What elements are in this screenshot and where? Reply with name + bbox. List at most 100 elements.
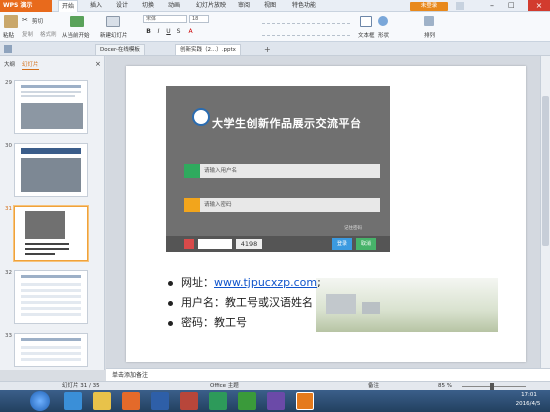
tab-slides[interactable]: 幻灯片 — [22, 60, 39, 70]
username-placeholder: 请输入用户名 — [204, 168, 238, 174]
menu-features[interactable]: 特色功能 — [292, 0, 316, 12]
bullet-dot — [168, 320, 173, 326]
tab-docer-templates[interactable]: Docer-在线模板 — [95, 44, 145, 55]
lock-icon — [184, 198, 200, 212]
menu-bar: WPS 演示 开始 插入 设计 切换 动画 幻灯片放映 审阅 视图 特色功能 未… — [0, 0, 550, 12]
password-placeholder: 请输入密码 — [204, 202, 232, 208]
thumb-number: 29 — [5, 80, 12, 86]
menu-review[interactable]: 审阅 — [238, 0, 250, 12]
cancel-button: 取消 — [356, 238, 376, 250]
login-button: 登录 — [332, 238, 352, 250]
play-from-current-icon[interactable] — [70, 16, 84, 27]
textbox-label[interactable]: 文本框 — [358, 31, 375, 39]
font-name-select[interactable]: 宋体 — [143, 15, 187, 23]
close-icon[interactable]: × — [528, 0, 550, 11]
url-label: 网址： — [181, 276, 214, 289]
alignment-tools[interactable] — [262, 28, 350, 36]
document-tab-bar — [0, 42, 550, 56]
paste-label[interactable]: 粘贴 — [3, 31, 14, 39]
login-title: 大学生创新作品展示交流平台 — [212, 117, 362, 130]
wps-writer-icon[interactable] — [151, 392, 169, 410]
wps-presentation-window: WPS 演示 开始 插入 设计 切换 动画 幻灯片放映 审阅 视图 特色功能 未… — [0, 0, 550, 412]
new-slide-label[interactable]: 新建幻灯片 — [100, 31, 128, 39]
menu-transition[interactable]: 切换 — [142, 0, 154, 12]
app-icon[interactable] — [267, 392, 285, 410]
username-text: 用户名：教工号或汉语姓名 — [181, 296, 313, 309]
skin-icon[interactable] — [456, 2, 464, 10]
tab-outline[interactable]: 大纲 — [4, 60, 15, 70]
captcha-image: 4198 — [236, 239, 262, 249]
format-painter-label[interactable]: 格式刷 — [40, 30, 57, 38]
slide-thumbnail-31[interactable] — [14, 206, 88, 261]
font-color-button[interactable]: A — [187, 28, 194, 35]
slide-thumbnail-32[interactable] — [14, 270, 88, 324]
zoom-slider[interactable] — [462, 386, 526, 387]
start-button-icon[interactable] — [30, 391, 50, 411]
cut-icon[interactable]: ✂ — [22, 16, 28, 24]
menu-slideshow[interactable]: 幻灯片放映 — [196, 0, 226, 12]
explorer-icon[interactable] — [93, 392, 111, 410]
thumb-number: 30 — [5, 143, 12, 149]
firefox-icon[interactable] — [122, 392, 140, 410]
taskbar-time[interactable]: 17:01 — [512, 392, 546, 398]
arrange-icon[interactable] — [424, 16, 434, 26]
ie-icon[interactable] — [64, 392, 82, 410]
play-from-current-label[interactable]: 从当前开始 — [62, 31, 90, 39]
app-menu-button[interactable]: WPS 演示 — [0, 0, 52, 12]
thumb-number: 31 — [5, 206, 12, 212]
menu-start[interactable]: 开始 — [58, 0, 79, 12]
zoom-slider-thumb[interactable] — [490, 383, 494, 390]
copy-label[interactable]: 复制 — [22, 30, 33, 38]
notes-pane[interactable]: 单击添加备注 — [106, 368, 550, 381]
wps-presentation-icon[interactable] — [296, 392, 314, 410]
bullet-url[interactable]: 网址：www.tjpucxzp.com; — [168, 274, 321, 290]
slide-thumbnail-30[interactable] — [14, 143, 88, 197]
ribbon-toolbar: 粘贴 ✂ 剪切 复制 格式刷 从当前开始 新建幻灯片 宋体 18 B I U S… — [0, 12, 550, 42]
media-icon[interactable] — [180, 392, 198, 410]
url-end: ; — [317, 276, 321, 289]
captcha-input — [198, 239, 232, 249]
bullet-username[interactable]: 用户名：教工号或汉语姓名 — [168, 294, 313, 310]
cut-label[interactable]: 剪切 — [32, 17, 43, 25]
remember-password: 记住密码 — [344, 226, 362, 231]
thumb-number: 33 — [5, 333, 12, 339]
paste-icon[interactable] — [4, 15, 18, 28]
arrange-label[interactable]: 排列 — [424, 31, 435, 39]
menu-insert[interactable]: 插入 — [90, 0, 102, 12]
quick-save-icon[interactable] — [4, 45, 12, 53]
font-size-select[interactable]: 18 — [189, 15, 209, 23]
slide-thumbnail-29[interactable] — [14, 80, 88, 134]
building-shape — [362, 302, 380, 314]
url-link[interactable]: www.tjpucxzp.com — [214, 276, 317, 289]
app-icon[interactable] — [209, 392, 227, 410]
slide-thumbnail-33[interactable] — [14, 333, 88, 367]
login-status-button[interactable]: 未登录 — [410, 2, 448, 11]
textbox-icon[interactable] — [360, 16, 372, 27]
captcha-icon — [184, 239, 194, 249]
underline-button[interactable]: U — [165, 28, 172, 35]
shapes-icon[interactable] — [378, 16, 388, 26]
new-slide-icon[interactable] — [106, 16, 120, 27]
maximize-icon[interactable]: □ — [508, 1, 515, 9]
building-shape — [326, 294, 356, 314]
bold-button[interactable]: B — [145, 28, 152, 35]
tab-current-document[interactable]: 创新实践（2...）.pptx — [175, 44, 241, 55]
minimize-icon[interactable]: – — [490, 1, 494, 10]
shadow-button[interactable]: S — [175, 28, 182, 35]
shapes-label[interactable]: 形状 — [378, 31, 389, 39]
italic-button[interactable]: I — [155, 28, 162, 35]
menu-view[interactable]: 视图 — [264, 0, 276, 12]
close-pane-icon[interactable]: × — [95, 60, 101, 68]
vertical-scrollbar[interactable] — [540, 56, 550, 368]
bullet-password[interactable]: 密码：教工号 — [168, 314, 247, 330]
password-field: 请输入密码 — [184, 198, 380, 212]
taskbar-date[interactable]: 2016/4/5 — [508, 401, 548, 407]
new-tab-button[interactable]: + — [264, 45, 271, 54]
paragraph-tools[interactable] — [262, 16, 350, 24]
menu-design[interactable]: 设计 — [116, 0, 128, 12]
university-seal-icon — [192, 108, 210, 126]
bullet-dot — [168, 280, 173, 286]
wps-spreadsheet-icon[interactable] — [238, 392, 256, 410]
menu-animation[interactable]: 动画 — [168, 0, 180, 12]
scroll-thumb[interactable] — [542, 96, 549, 246]
